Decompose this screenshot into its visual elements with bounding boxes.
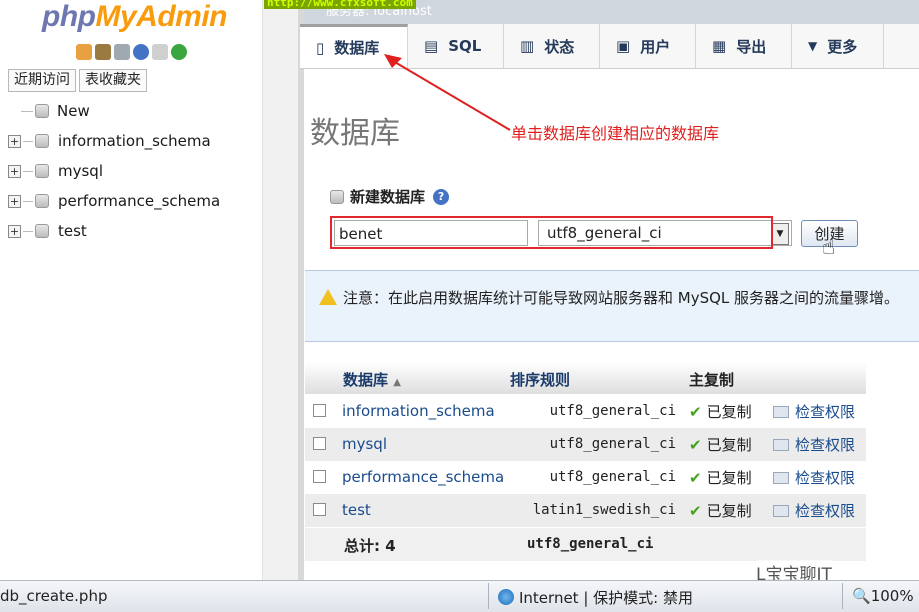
tab-more[interactable]: ▼ 更多 xyxy=(792,24,884,68)
zoom-level[interactable]: 🔍100% xyxy=(852,587,914,605)
exit-icon[interactable] xyxy=(95,44,111,60)
reload-icon[interactable] xyxy=(171,44,187,60)
tree-item-performance-schema[interactable]: + performance_schema xyxy=(8,186,220,216)
annotation-arrow xyxy=(384,54,511,131)
page-title: 数据库 xyxy=(310,116,400,151)
expand-icon[interactable]: + xyxy=(8,194,21,208)
table-row: mysql utf8_general_ci ✔ 已复制 检查权限 xyxy=(305,428,866,461)
new-database-icon xyxy=(35,104,49,118)
row-checkbox[interactable] xyxy=(313,470,326,483)
tab-export[interactable]: ▦ 导出 xyxy=(696,24,792,68)
database-icon xyxy=(35,134,49,148)
expand-icon[interactable]: + xyxy=(8,164,21,178)
column-header-database[interactable]: 数据库 ▲ xyxy=(343,369,401,390)
browser-status-bar: db_create.php Internet | 保护模式: 禁用 🔍100% xyxy=(0,580,919,612)
zoom-icon: 🔍 xyxy=(852,587,871,605)
database-link[interactable]: mysql xyxy=(342,435,387,453)
column-header-replication: 主复制 xyxy=(689,371,735,389)
security-zone[interactable]: Internet | 保护模式: 禁用 xyxy=(498,587,693,608)
check-icon: ✔ xyxy=(689,502,702,520)
check-privileges-link[interactable]: 检查权限 xyxy=(773,401,855,422)
check-icon: ✔ xyxy=(689,403,702,421)
table-row: performance_schema utf8_general_ci ✔ 已复制 … xyxy=(305,461,866,494)
hand-cursor-icon: ☝ xyxy=(822,235,836,260)
column-header-collation[interactable]: 排序规则 xyxy=(510,369,570,390)
highlight-box xyxy=(330,216,773,249)
tree-item-information-schema[interactable]: + information_schema xyxy=(8,126,220,156)
home-icon[interactable] xyxy=(76,44,92,60)
chevron-down-icon: ▼ xyxy=(808,39,818,53)
check-privileges-link[interactable]: 检查权限 xyxy=(773,434,855,455)
total-collation: utf8_general_ci xyxy=(527,536,654,552)
globe-icon xyxy=(498,589,514,605)
site-watermark: http://www.cfxsoft.com xyxy=(264,0,416,9)
expand-icon[interactable]: + xyxy=(8,224,21,238)
database-tree: New + information_schema + mysql + perfo… xyxy=(8,96,220,246)
tree-item-mysql[interactable]: + mysql xyxy=(8,156,220,186)
recent-tab[interactable]: 近期访问 xyxy=(8,69,76,92)
database-link[interactable]: test xyxy=(342,501,371,519)
database-icon: ▯ xyxy=(316,38,325,57)
navigation-panel: phpMyAdmin 近期访问 表收藏夹 New + information_s… xyxy=(0,0,262,580)
database-icon xyxy=(35,194,49,208)
favorites-tab[interactable]: 表收藏夹 xyxy=(79,69,147,92)
privileges-icon xyxy=(773,406,789,418)
table-row: information_schema utf8_general_ci ✔ 已复制 … xyxy=(305,395,866,428)
row-checkbox[interactable] xyxy=(313,503,326,516)
nav-tabs: 近期访问 表收藏夹 xyxy=(8,69,147,92)
database-icon xyxy=(330,189,344,204)
dropdown-arrow-icon[interactable]: ▼ xyxy=(771,223,789,245)
table-row: test latin1_swedish_ci ✔ 已复制 检查权限 xyxy=(305,494,866,527)
query-window-icon[interactable] xyxy=(114,44,130,60)
status-url: db_create.php xyxy=(0,587,108,605)
users-icon: ▣ xyxy=(616,37,631,55)
help-icon[interactable]: ? xyxy=(433,188,450,205)
row-checkbox[interactable] xyxy=(313,404,326,417)
privileges-icon xyxy=(773,472,789,484)
tree-item-test[interactable]: + test xyxy=(8,216,220,246)
export-icon: ▦ xyxy=(712,37,727,55)
table-total-row: 总计: 4 utf8_general_ci xyxy=(305,528,866,561)
create-database-heading: 新建数据库 ? xyxy=(330,186,450,207)
table-header: 数据库 ▲ 排序规则 主复制 xyxy=(305,362,866,394)
check-icon: ✔ xyxy=(689,469,702,487)
privileges-icon xyxy=(773,505,789,517)
expand-icon[interactable]: + xyxy=(8,134,21,148)
database-link[interactable]: information_schema xyxy=(342,402,495,420)
check-privileges-link[interactable]: 检查权限 xyxy=(773,500,855,521)
panel-splitter[interactable] xyxy=(262,0,299,580)
annotation-text: 单击数据库创建相应的数据库 xyxy=(511,124,720,143)
help-icon[interactable] xyxy=(133,44,149,60)
nav-icon-row xyxy=(76,44,187,60)
status-icon: ▥ xyxy=(520,37,535,55)
total-label: 总计: 4 xyxy=(344,537,396,555)
database-link[interactable]: performance_schema xyxy=(342,468,504,486)
stats-notice: 注意：在此启用数据库统计可能导致网站服务器和 MySQL 服务器之间的流量骤增。 xyxy=(305,270,919,342)
tree-item-new[interactable]: New xyxy=(8,96,220,126)
sort-asc-icon: ▲ xyxy=(393,377,401,388)
phpmyadmin-logo[interactable]: phpMyAdmin xyxy=(42,0,227,34)
database-icon xyxy=(35,224,49,238)
panel-border xyxy=(298,0,304,580)
privileges-icon xyxy=(773,439,789,451)
warning-icon xyxy=(319,289,337,305)
check-icon: ✔ xyxy=(689,436,702,454)
database-icon xyxy=(35,164,49,178)
documentation-icon[interactable] xyxy=(152,44,168,60)
check-privileges-link[interactable]: 检查权限 xyxy=(773,467,855,488)
tab-users[interactable]: ▣ 用户 xyxy=(600,24,696,68)
row-checkbox[interactable] xyxy=(313,437,326,450)
